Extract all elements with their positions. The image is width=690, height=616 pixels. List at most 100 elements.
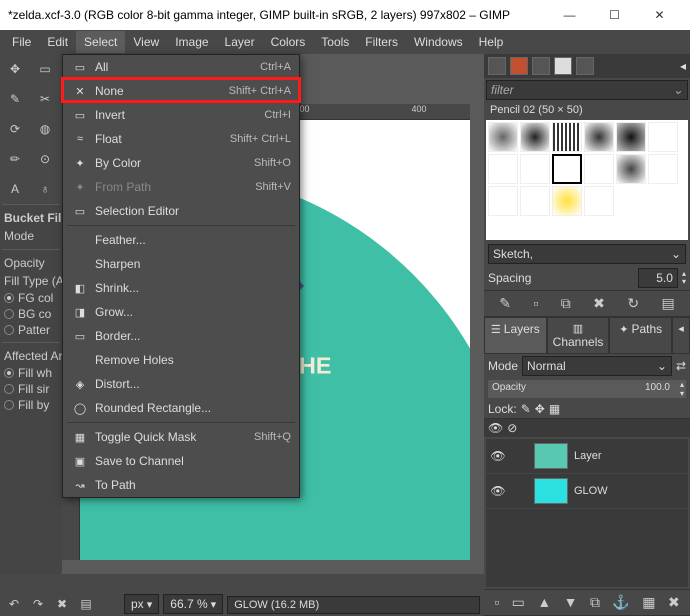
dock-menu-icon[interactable]: ◂ bbox=[672, 317, 690, 354]
tool-lasso[interactable]: ✎ bbox=[1, 85, 29, 113]
refresh-icon[interactable]: ↻ bbox=[627, 295, 639, 312]
titlebar: *zelda.xcf-3.0 (RGB color 8-bit gamma in… bbox=[0, 0, 690, 30]
delete-icon[interactable]: ✖ bbox=[52, 594, 72, 614]
dock-tab-4[interactable] bbox=[554, 57, 572, 75]
menu-view[interactable]: View bbox=[125, 31, 167, 53]
tool-measure[interactable]: ♁ bbox=[31, 175, 59, 203]
menuitem-selection-editor[interactable]: ▭Selection Editor bbox=[63, 199, 299, 223]
radio-fillby[interactable] bbox=[4, 400, 14, 410]
reset-icon[interactable]: ▤ bbox=[76, 594, 96, 614]
duplicate-layer-icon[interactable]: ⧉ bbox=[590, 594, 600, 611]
merge-icon[interactable]: ⚓ bbox=[612, 594, 629, 611]
delete-layer-icon[interactable]: ✖ bbox=[668, 594, 680, 611]
menu-filters[interactable]: Filters bbox=[357, 31, 406, 53]
unit-select[interactable]: px ▾ bbox=[124, 594, 159, 614]
menuitem-grow-[interactable]: ◨Grow... bbox=[63, 300, 299, 324]
layer-thumb bbox=[534, 478, 568, 504]
lock-position-icon[interactable]: ✥ bbox=[535, 402, 545, 416]
brush-filter[interactable]: filter⌄ bbox=[486, 80, 688, 100]
tool-bucket[interactable]: ◍ bbox=[31, 115, 59, 143]
dock-tab-1[interactable] bbox=[488, 57, 506, 75]
lock-pixels-icon[interactable]: ✎ bbox=[521, 402, 531, 416]
eye-icon[interactable]: 👁 bbox=[490, 449, 506, 463]
link-icon[interactable]: ⊘ bbox=[507, 421, 523, 435]
menuitem-sharpen[interactable]: Sharpen bbox=[63, 252, 299, 276]
menuitem-toggle-quick-mask[interactable]: ▦Toggle Quick MaskShift+Q bbox=[63, 425, 299, 449]
dock-tab-3[interactable] bbox=[532, 57, 550, 75]
opacity-label: Opacity bbox=[0, 254, 62, 272]
layer-opacity-slider[interactable]: Opacity 100.0 ▴▾ bbox=[488, 380, 686, 398]
menuitem-border-[interactable]: ▭Border... bbox=[63, 324, 299, 348]
chevron-down-icon: ⌄ bbox=[671, 247, 681, 261]
menuitem-float[interactable]: ≈FloatShift+ Ctrl+L bbox=[63, 127, 299, 151]
duplicate-icon[interactable]: ⧉ bbox=[561, 295, 571, 312]
redo-icon[interactable]: ↷ bbox=[28, 594, 48, 614]
radio-pattern[interactable] bbox=[4, 325, 14, 335]
tool-clone[interactable]: ⊙ bbox=[31, 145, 59, 173]
menu-layer[interactable]: Layer bbox=[217, 31, 263, 53]
menu-colors[interactable]: Colors bbox=[263, 31, 314, 53]
eye-icon[interactable]: 👁 bbox=[488, 421, 503, 435]
tool-brush[interactable]: ✏ bbox=[1, 145, 29, 173]
radio-bg[interactable] bbox=[4, 309, 14, 319]
menuitem-shrink-[interactable]: ◧Shrink... bbox=[63, 276, 299, 300]
menuitem-none[interactable]: ✕NoneShift+ Ctrl+A bbox=[63, 79, 299, 103]
radio-fg[interactable] bbox=[4, 293, 14, 303]
edit-icon[interactable]: ✎ bbox=[499, 295, 511, 312]
menuitem-rounded-rectangle-[interactable]: ◯Rounded Rectangle... bbox=[63, 396, 299, 420]
new-layer-icon[interactable]: ▫ bbox=[494, 594, 499, 611]
tool-move[interactable]: ✥ bbox=[1, 55, 29, 83]
layer-row[interactable]: 👁GLOW bbox=[486, 474, 688, 509]
menu-help[interactable]: Help bbox=[471, 31, 512, 53]
radio-fillwh[interactable] bbox=[4, 368, 14, 378]
menuitem-invert[interactable]: ▭InvertCtrl+I bbox=[63, 103, 299, 127]
menuitem-to-path[interactable]: ↝To Path bbox=[63, 473, 299, 497]
minimize-button[interactable]: — bbox=[547, 0, 592, 30]
toolbox: ✥▭ ✎✂ ⟳◍ ✏⊙ A♁ bbox=[0, 54, 62, 204]
menuitem-by-color[interactable]: ✦By ColorShift+O bbox=[63, 151, 299, 175]
maximize-button[interactable]: ☐ bbox=[592, 0, 637, 30]
menu-edit[interactable]: Edit bbox=[39, 31, 76, 53]
undo-icon[interactable]: ↶ bbox=[4, 594, 24, 614]
layer-row[interactable]: 👁Layer bbox=[486, 439, 688, 474]
brush-grid[interactable] bbox=[486, 120, 688, 240]
layer-group-icon[interactable]: ▭ bbox=[512, 594, 525, 611]
menu-windows[interactable]: Windows bbox=[406, 31, 471, 53]
new-icon[interactable]: ▫ bbox=[533, 295, 538, 312]
dock-menu-icon[interactable]: ◂ bbox=[680, 59, 686, 73]
dock-tab-5[interactable] bbox=[576, 57, 594, 75]
menuitem-save-to-channel[interactable]: ▣Save to Channel bbox=[63, 449, 299, 473]
brush-category-select[interactable]: Sketch,⌄ bbox=[488, 244, 686, 264]
dock-tab-2[interactable] bbox=[510, 57, 528, 75]
tool-text[interactable]: A bbox=[1, 175, 29, 203]
tool-rect-select[interactable]: ▭ bbox=[31, 55, 59, 83]
menu-image[interactable]: Image bbox=[167, 31, 216, 53]
mask-icon[interactable]: ▦ bbox=[642, 594, 655, 611]
menuitem-distort-[interactable]: ◈Distort... bbox=[63, 372, 299, 396]
tab-channels[interactable]: ▥ Channels bbox=[547, 317, 610, 354]
tab-paths[interactable]: ✦ Paths bbox=[609, 317, 672, 354]
lower-icon[interactable]: ▼ bbox=[564, 594, 578, 611]
menuitem-remove-holes[interactable]: Remove Holes bbox=[63, 348, 299, 372]
tool-rotate[interactable]: ⟳ bbox=[1, 115, 29, 143]
menuitem-all[interactable]: ▭AllCtrl+A bbox=[63, 55, 299, 79]
mode-switch-icon[interactable]: ⇄ bbox=[676, 359, 686, 373]
tab-layers[interactable]: ☰ Layers bbox=[484, 317, 547, 354]
menuitem-feather-[interactable]: Feather... bbox=[63, 228, 299, 252]
menu-select[interactable]: Select bbox=[76, 31, 125, 53]
zoom-select[interactable]: 66.7 % ▾ bbox=[163, 594, 223, 614]
eye-icon[interactable]: 👁 bbox=[490, 484, 506, 498]
radio-fillsi[interactable] bbox=[4, 384, 14, 394]
menu-tools[interactable]: Tools bbox=[313, 31, 357, 53]
layer-mode-select[interactable]: Normal⌄ bbox=[522, 356, 672, 376]
raise-icon[interactable]: ▲ bbox=[537, 594, 551, 611]
menu-file[interactable]: File bbox=[4, 31, 39, 53]
delete-icon[interactable]: ✖ bbox=[593, 295, 605, 312]
brush-name: Pencil 02 (50 × 50) bbox=[484, 102, 690, 118]
spacing-value[interactable]: 5.0 bbox=[638, 268, 678, 288]
chevron-down-icon: ⌄ bbox=[673, 83, 683, 97]
lock-alpha-icon[interactable]: ▦ bbox=[549, 402, 560, 416]
open-icon[interactable]: ▤ bbox=[661, 295, 674, 312]
tool-crop[interactable]: ✂ bbox=[31, 85, 59, 113]
close-button[interactable]: ✕ bbox=[637, 0, 682, 30]
